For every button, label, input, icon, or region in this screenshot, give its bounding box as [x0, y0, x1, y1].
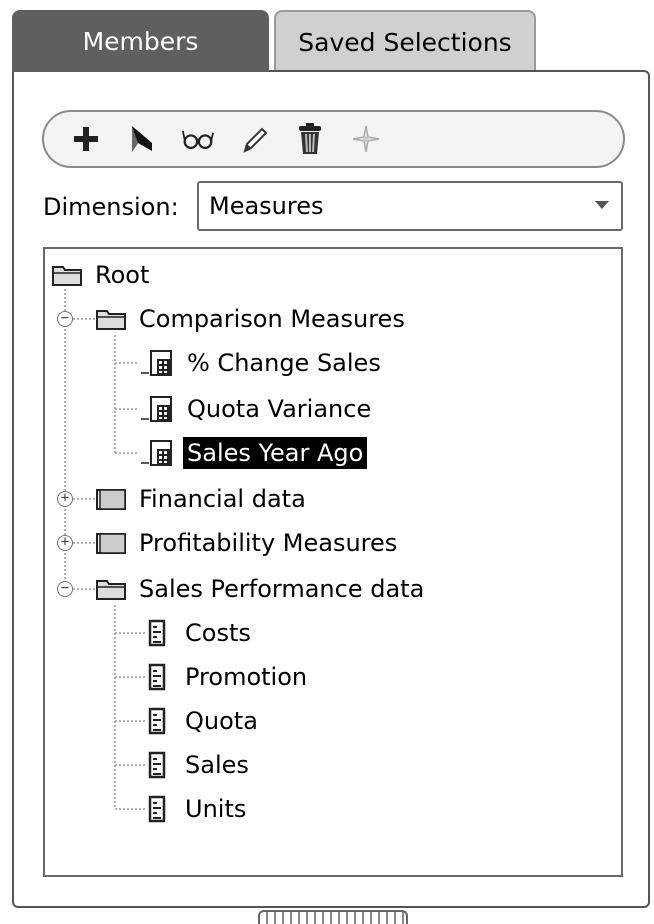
collapse-toggle-icon[interactable]: − [57, 311, 73, 327]
tree-leaf-sales[interactable]: Sales [145, 745, 253, 785]
delete-trash-icon[interactable] [294, 122, 326, 156]
tree-leaf-quota-variance[interactable]: Quota Variance [139, 389, 375, 429]
tree-leaf-quota[interactable]: Quota [145, 701, 262, 741]
tree-node-financial-data[interactable]: Financial data [95, 479, 310, 519]
tab-saved-selections[interactable]: Saved Selections [274, 10, 536, 72]
folder-closed-icon [95, 487, 129, 511]
stored-measure-icon [145, 795, 175, 823]
select-arrow-icon[interactable] [126, 122, 158, 156]
view-glasses-icon[interactable] [182, 122, 214, 156]
expand-toggle-icon[interactable]: + [57, 535, 73, 551]
dimension-value: Measures [209, 192, 324, 220]
stored-measure-icon [145, 619, 175, 647]
tab-bar: Members Saved Selections [12, 10, 652, 72]
dimension-select[interactable]: Measures [197, 181, 623, 231]
tab-members[interactable]: Members [12, 10, 269, 72]
tree-node-label: Quota [185, 707, 258, 735]
tree-node-label: Quota Variance [187, 395, 372, 423]
tree-node-label: Profitability Measures [139, 529, 398, 557]
tree-node-label: Comparison Measures [139, 305, 405, 333]
calculated-measure-icon [139, 395, 177, 423]
dimension-label: Dimension: [43, 193, 179, 221]
folder-open-icon [51, 263, 85, 287]
stored-measure-icon [145, 751, 175, 779]
edit-pencil-icon[interactable] [238, 122, 270, 156]
tree-node-root[interactable]: Root [51, 255, 153, 295]
calculated-measure-icon [139, 349, 177, 377]
calculated-measure-icon [139, 439, 177, 467]
tree-leaf-costs[interactable]: Costs [145, 613, 255, 653]
tree-node-label: Promotion [185, 663, 308, 691]
chevron-down-icon[interactable] [595, 201, 609, 209]
expand-toggle-icon[interactable]: + [57, 491, 73, 507]
resize-handle[interactable] [258, 910, 408, 924]
folder-open-icon [95, 307, 129, 331]
folder-open-icon [95, 577, 129, 601]
add-icon[interactable] [70, 122, 102, 156]
tree-node-profitability-measures[interactable]: Profitability Measures [95, 523, 401, 563]
tree-node-label: Costs [185, 619, 251, 647]
tree-node-label: Units [185, 795, 247, 823]
tree-node-sales-performance-data[interactable]: Sales Performance data [95, 569, 428, 609]
folder-closed-icon [95, 531, 129, 555]
toolbar [42, 110, 625, 168]
tree-node-label: % Change Sales [187, 349, 381, 377]
tree-leaf-promotion[interactable]: Promotion [145, 657, 311, 697]
tree-node-label: Financial data [139, 485, 306, 513]
member-tree: Root − Comparison Measures % Change Sale… [43, 247, 623, 877]
tree-node-label: Sales Performance data [139, 575, 425, 603]
tree-node-label-selected: Sales Year Ago [183, 437, 368, 469]
tree-leaf-change-sales[interactable]: % Change Sales [139, 343, 385, 383]
tree-node-label: Root [95, 261, 150, 289]
stored-measure-icon [145, 663, 175, 691]
tree-node-label: Sales [185, 751, 249, 779]
tree-leaf-sales-year-ago[interactable]: Sales Year Ago [139, 433, 368, 473]
tree-leaf-units[interactable]: Units [145, 789, 250, 829]
sparkle-icon [350, 122, 382, 156]
tree-node-comparison-measures[interactable]: Comparison Measures [95, 299, 409, 339]
stored-measure-icon [145, 707, 175, 735]
collapse-toggle-icon[interactable]: − [57, 581, 73, 597]
